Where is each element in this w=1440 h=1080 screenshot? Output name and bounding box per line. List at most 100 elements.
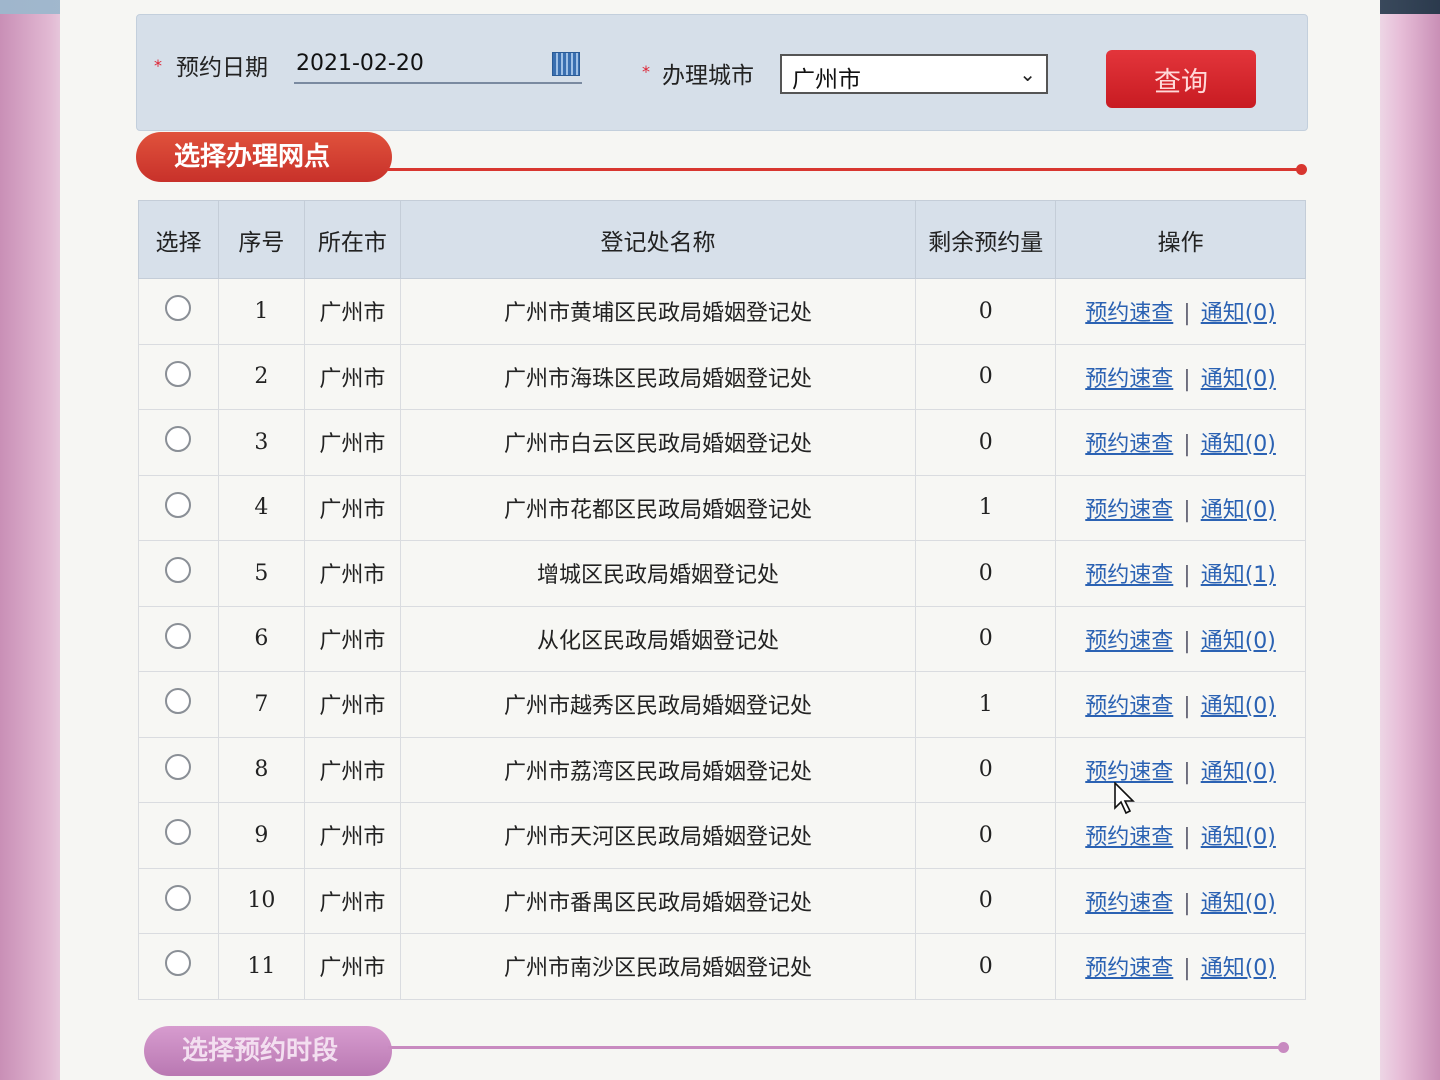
- quick-query-link[interactable]: 预约速查: [1085, 956, 1173, 981]
- notice-link[interactable]: 通知(0): [1201, 498, 1276, 523]
- row-select-cell: [138, 867, 219, 934]
- calendar-icon[interactable]: [552, 52, 580, 76]
- date-input[interactable]: [294, 44, 582, 84]
- row-radio-button[interactable]: [165, 557, 192, 584]
- row-radio-button[interactable]: [165, 426, 192, 453]
- notice-link[interactable]: 通知(1): [1201, 563, 1276, 588]
- row-seq: 6: [217, 605, 305, 672]
- action-separator: |: [1183, 366, 1191, 392]
- quick-query-link[interactable]: 预约速查: [1085, 367, 1173, 392]
- table-row: 5 广州市 增城区民政局婚姻登记处 0 预约速查 | 通知(1): [138, 540, 1306, 607]
- row-select-cell: [138, 343, 219, 410]
- row-radio-button[interactable]: [165, 753, 192, 780]
- action-separator: |: [1183, 759, 1191, 785]
- row-actions: 预约速查 | 通知(1): [1055, 540, 1306, 607]
- row-office-name: 广州市越秀区民政局婚姻登记处: [399, 671, 917, 738]
- quick-query-link[interactable]: 预约速查: [1085, 891, 1173, 916]
- row-seq: 1: [217, 278, 305, 345]
- notice-link[interactable]: 通知(0): [1201, 956, 1276, 981]
- row-city: 广州市: [303, 343, 401, 410]
- row-radio-button[interactable]: [165, 884, 192, 911]
- row-actions: 预约速查 | 通知(0): [1055, 474, 1306, 541]
- city-select[interactable]: 广州市 ⌄: [780, 54, 1048, 94]
- row-radio-button[interactable]: [165, 819, 192, 846]
- row-actions: 预约速查 | 通知(0): [1055, 605, 1306, 672]
- row-select-cell: [138, 409, 219, 476]
- action-separator: |: [1183, 497, 1191, 523]
- table-row: 11 广州市 广州市南沙区民政局婚姻登记处 0 预约速查 | 通知(0): [138, 933, 1306, 1000]
- notice-link[interactable]: 通知(0): [1201, 432, 1276, 457]
- row-remaining: 0: [915, 278, 1057, 345]
- action-separator: |: [1183, 956, 1191, 982]
- row-city: 广州市: [303, 933, 401, 1000]
- date-label: 预约日期: [176, 55, 268, 81]
- city-select-value: 广州市: [792, 67, 861, 93]
- quick-query-link[interactable]: 预约速查: [1085, 432, 1173, 457]
- row-remaining: 1: [915, 474, 1057, 541]
- action-separator: |: [1183, 563, 1191, 589]
- section-divider-dot-1: [1296, 164, 1307, 175]
- quick-query-link[interactable]: 预约速查: [1085, 498, 1173, 523]
- row-remaining: 0: [915, 867, 1057, 934]
- table-row: 2 广州市 广州市海珠区民政局婚姻登记处 0 预约速查 | 通知(0): [138, 343, 1306, 410]
- row-select-cell: [138, 671, 219, 738]
- row-remaining: 0: [915, 933, 1057, 1000]
- section-divider-dot-2: [1278, 1042, 1289, 1053]
- quick-query-link[interactable]: 预约速查: [1085, 629, 1173, 654]
- header-city: 所在市: [303, 200, 401, 279]
- quick-query-link[interactable]: 预约速查: [1085, 825, 1173, 850]
- row-city: 广州市: [303, 474, 401, 541]
- row-office-name: 广州市黄埔区民政局婚姻登记处: [399, 278, 917, 345]
- notice-link[interactable]: 通知(0): [1201, 825, 1276, 850]
- table-header-row: 选择 序号 所在市 登记处名称 剩余预约量 操作: [138, 200, 1306, 279]
- row-city: 广州市: [303, 867, 401, 934]
- quick-query-link[interactable]: 预约速查: [1085, 301, 1173, 326]
- row-remaining: 0: [915, 409, 1057, 476]
- notice-link[interactable]: 通知(0): [1201, 301, 1276, 326]
- row-remaining: 0: [915, 540, 1057, 607]
- query-button[interactable]: 查询: [1106, 50, 1256, 108]
- header-office-name: 登记处名称: [399, 200, 917, 279]
- table-row: 6 广州市 从化区民政局婚姻登记处 0 预约速查 | 通知(0): [138, 605, 1306, 672]
- notice-link[interactable]: 通知(0): [1201, 760, 1276, 785]
- row-radio-button[interactable]: [165, 360, 192, 387]
- row-office-name: 广州市白云区民政局婚姻登记处: [399, 409, 917, 476]
- notice-link[interactable]: 通知(0): [1201, 891, 1276, 916]
- row-seq: 7: [217, 671, 305, 738]
- city-label: 办理城市: [662, 63, 754, 89]
- action-separator: |: [1183, 628, 1191, 654]
- row-city: 广州市: [303, 278, 401, 345]
- quick-query-link[interactable]: 预约速查: [1085, 563, 1173, 588]
- row-radio-button[interactable]: [165, 491, 192, 518]
- row-city: 广州市: [303, 671, 401, 738]
- notice-link[interactable]: 通知(0): [1201, 629, 1276, 654]
- row-radio-button[interactable]: [165, 622, 192, 649]
- row-remaining: 0: [915, 605, 1057, 672]
- row-seq: 2: [217, 343, 305, 410]
- row-office-name: 广州市花都区民政局婚姻登记处: [399, 474, 917, 541]
- row-select-cell: [138, 540, 219, 607]
- row-actions: 预约速查 | 通知(0): [1055, 409, 1306, 476]
- row-radio-button[interactable]: [165, 688, 192, 715]
- quick-query-link[interactable]: 预约速查: [1085, 760, 1173, 785]
- row-select-cell: [138, 736, 219, 803]
- quick-query-link[interactable]: 预约速查: [1085, 694, 1173, 719]
- row-remaining: 1: [915, 671, 1057, 738]
- notice-link[interactable]: 通知(0): [1201, 694, 1276, 719]
- header-select: 选择: [138, 200, 219, 279]
- row-remaining: 0: [915, 736, 1057, 803]
- section-header-select-time: 选择预约时段: [144, 1026, 392, 1076]
- section-title-select-office: 选择办理网点: [174, 142, 331, 172]
- chevron-down-icon: ⌄: [1019, 62, 1036, 86]
- row-office-name: 广州市荔湾区民政局婚姻登记处: [399, 736, 917, 803]
- row-office-name: 广州市南沙区民政局婚姻登记处: [399, 933, 917, 1000]
- row-office-name: 增城区民政局婚姻登记处: [399, 540, 917, 607]
- row-seq: 9: [217, 802, 305, 869]
- row-radio-button[interactable]: [165, 950, 192, 977]
- row-actions: 预约速查 | 通知(0): [1055, 802, 1306, 869]
- header-seq: 序号: [217, 200, 305, 279]
- date-required-mark: *: [154, 56, 162, 75]
- notice-link[interactable]: 通知(0): [1201, 367, 1276, 392]
- row-office-name: 广州市番禺区民政局婚姻登记处: [399, 867, 917, 934]
- row-radio-button[interactable]: [165, 295, 192, 322]
